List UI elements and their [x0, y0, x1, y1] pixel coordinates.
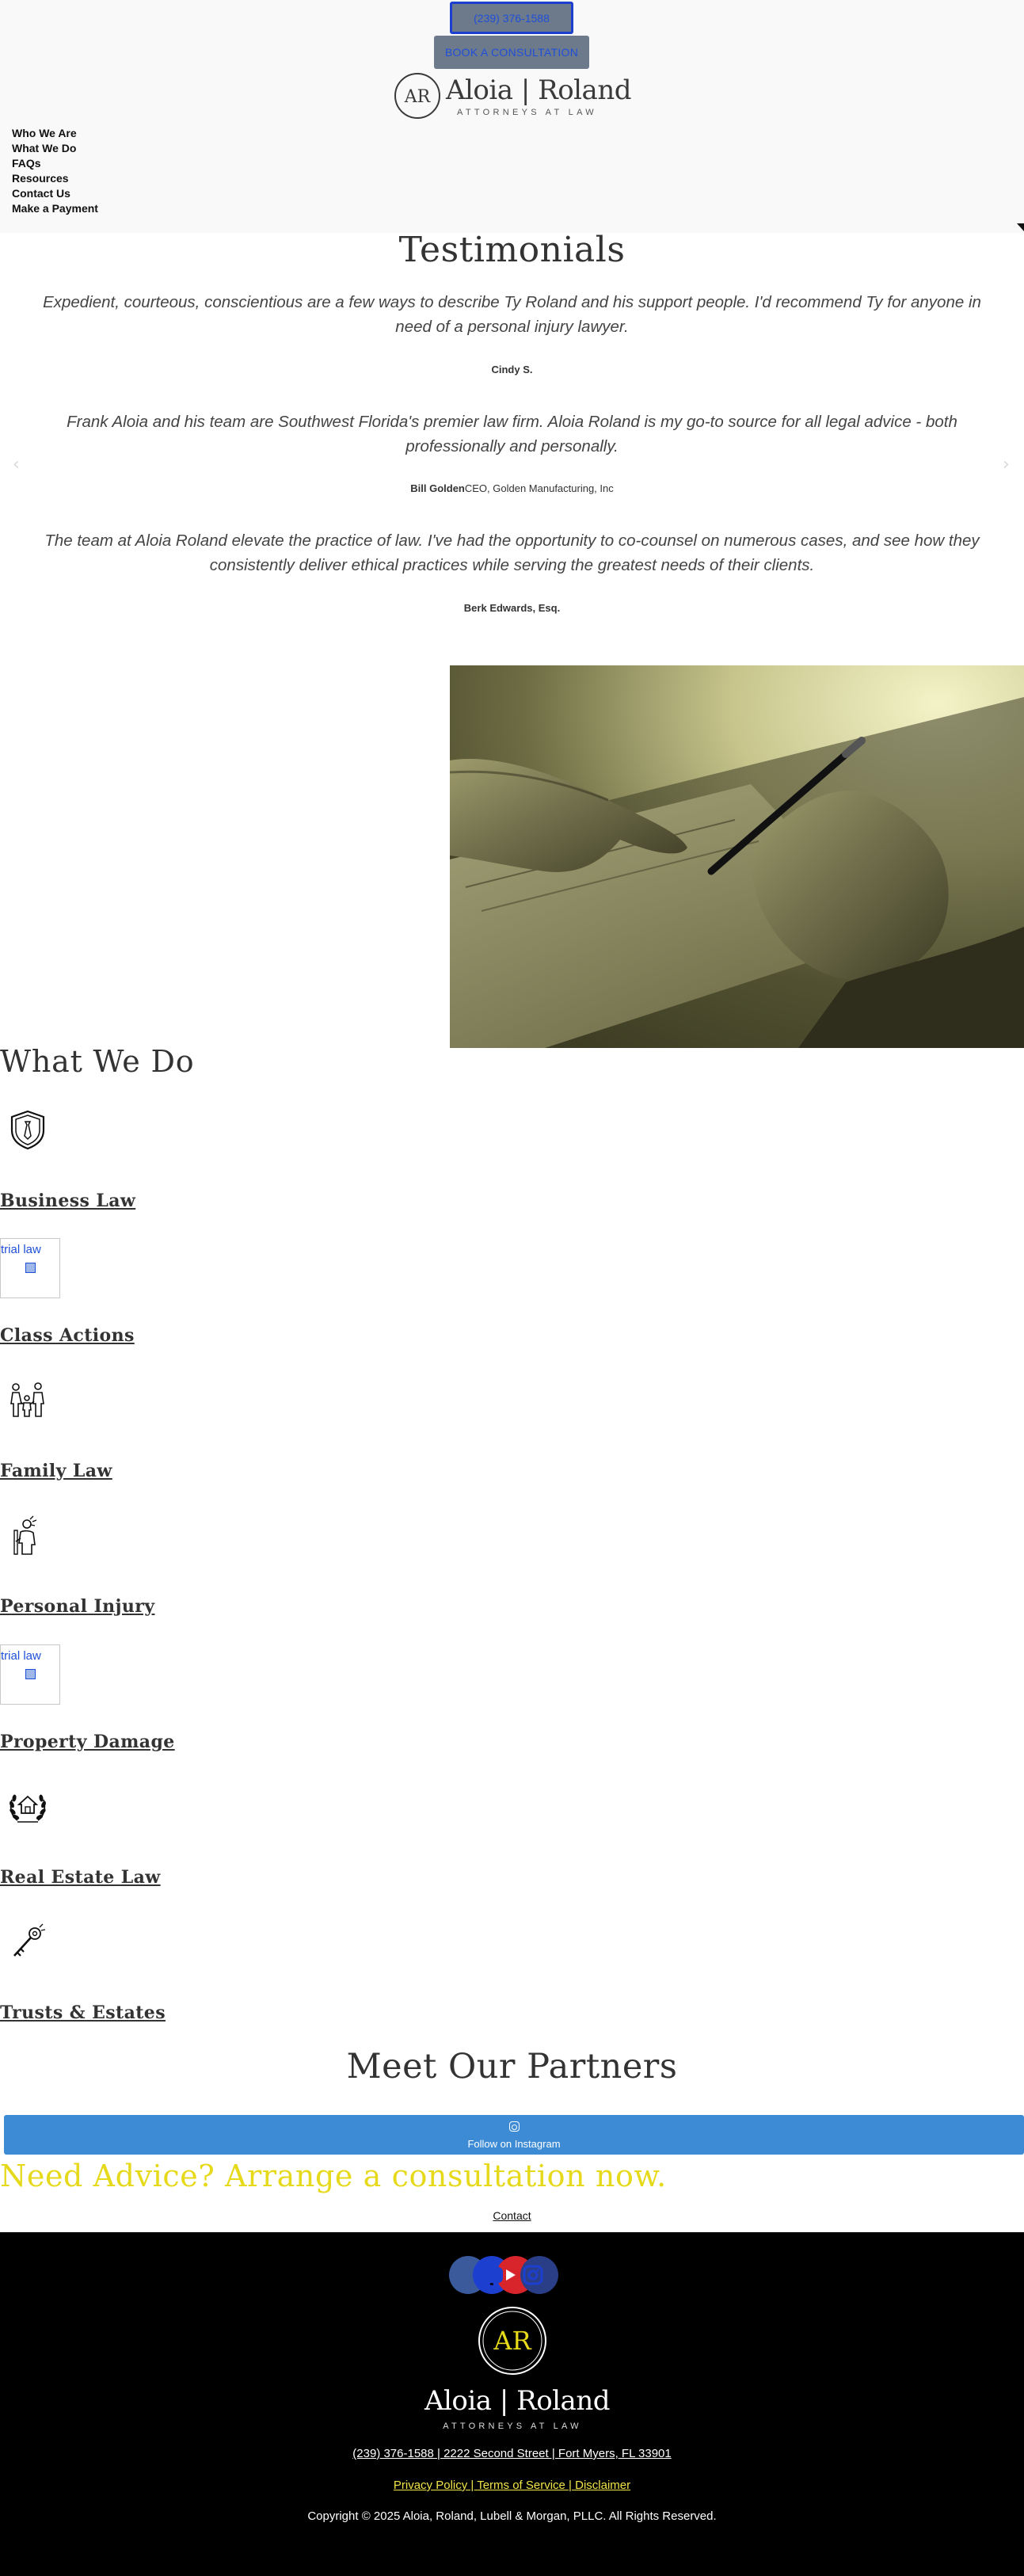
carousel-prev-arrow[interactable]: ‹	[13, 455, 20, 474]
service-link-real-estate-law[interactable]: Real Estate Law	[0, 1867, 161, 1888]
site-logo[interactable]: AR Aloia | Roland ATTORNEYS AT LAW	[394, 71, 632, 125]
follow-instagram-label: Follow on Instagram	[467, 2138, 561, 2150]
partners-title: Meet Our Partners	[346, 2047, 678, 2086]
main-nav: Who We Are What We Do FAQs Resources Con…	[12, 126, 98, 216]
testimonial-quote: Frank Aloia and his team are Southwest F…	[67, 413, 957, 455]
book-consultation-button[interactable]: BOOK A CONSULTATION	[434, 36, 589, 69]
footer-copyright: Copyright © 2025 Aloia, Roland, Lubell &…	[307, 2509, 717, 2523]
author-name: Berk Edwards, Esq.	[463, 602, 561, 614]
ar-monogram-icon: AR	[394, 73, 440, 119]
phone-button[interactable]: (239) 376-1588	[450, 2, 573, 34]
service-link-class-actions[interactable]: Class Actions	[0, 1325, 135, 1346]
author-name: Bill Golden	[410, 482, 465, 494]
ar-monogram-icon: AR	[478, 2307, 546, 2375]
broken-image-icon	[25, 1669, 36, 1679]
follow-instagram-button[interactable]: Follow on Instagram	[4, 2115, 1024, 2155]
service-link-personal-injury[interactable]: Personal Injury	[0, 1596, 154, 1617]
key-icon	[13, 1923, 46, 1957]
nav-contact-us[interactable]: Contact Us	[12, 186, 98, 201]
contact-link[interactable]: Contact	[0, 2209, 1024, 2222]
instagram-icon	[508, 2121, 520, 2132]
nav-make-a-payment[interactable]: Make a Payment	[12, 201, 98, 216]
logo-name: Aloia | Roland	[446, 74, 632, 106]
author-name: Cindy S.	[491, 364, 533, 375]
testimonial-author: Berk Edwards, Esq.	[0, 602, 1024, 614]
service-link-family-law[interactable]: Family Law	[0, 1461, 112, 1481]
testimonial-quote: The team at Aloia Roland elevate the pra…	[44, 532, 980, 574]
author-role: CEO, Golden Manufacturing, Inc	[464, 482, 614, 494]
service-image-property-damage: trial law	[0, 1644, 60, 1705]
image-alt-text: trial law	[1, 1243, 41, 1256]
service-image-class-actions: trial law	[0, 1238, 60, 1298]
service-link-business-law[interactable]: Business Law	[0, 1191, 135, 1211]
testimonial-quote: Expedient, courteous, conscientious are …	[43, 293, 981, 336]
injured-person-icon	[13, 1515, 37, 1555]
carousel-next-arrow[interactable]: ›	[1003, 455, 1010, 474]
service-link-property-damage[interactable]: Property Damage	[0, 1732, 175, 1752]
nav-who-we-are[interactable]: Who We Are	[12, 126, 98, 141]
house-laurel-icon	[10, 1794, 46, 1823]
site-header: (239) 376-1588 BOOK A CONSULTATION AR Al…	[0, 0, 1024, 233]
footer-logo-name: Aloia | Roland	[424, 2385, 611, 2417]
document-signing-illustration	[450, 697, 1024, 1048]
testimonial-author: Cindy S.	[0, 364, 1024, 375]
what-we-do-title: What We Do	[0, 1044, 195, 1079]
service-link-trusts-estates[interactable]: Trusts & Estates	[0, 2002, 166, 2023]
image-alt-text: trial law	[1, 1649, 41, 1663]
logo-tagline: ATTORNEYS AT LAW	[457, 108, 597, 117]
footer-contact-address[interactable]: (239) 376-1588 | 2222 Second Street | Fo…	[0, 2447, 1024, 2460]
family-icon	[10, 1382, 44, 1417]
nav-faqs[interactable]: FAQs	[12, 156, 98, 171]
footer-logo-tagline: ATTORNEYS AT LAW	[443, 2422, 582, 2431]
consultation-headline: Need Advice? Arrange a consultation now.	[0, 2159, 667, 2193]
svg-text:AR: AR	[404, 87, 432, 107]
testimonials-title: Testimonials	[398, 230, 626, 270]
shield-tie-icon	[10, 1110, 45, 1150]
footer-logo[interactable]: AR Aloia | Roland ATTORNEYS AT LAW	[424, 2306, 611, 2445]
nav-resources[interactable]: Resources	[12, 171, 98, 186]
site-footer: f AR Aloia | Roland ATTORNEYS AT LAW (23…	[0, 2232, 1024, 2576]
social-glyphs: f	[482, 2265, 543, 2291]
testimonial-author: Bill GoldenCEO, Golden Manufacturing, In…	[0, 482, 1024, 494]
footer-legal-links[interactable]: Privacy Policy | Terms of Service | Disc…	[0, 2479, 1024, 2492]
broken-image-icon	[25, 1263, 36, 1273]
svg-text:AR: AR	[493, 2326, 531, 2356]
nav-what-we-do[interactable]: What We Do	[12, 141, 98, 156]
signing-document-photo	[450, 665, 1024, 1048]
